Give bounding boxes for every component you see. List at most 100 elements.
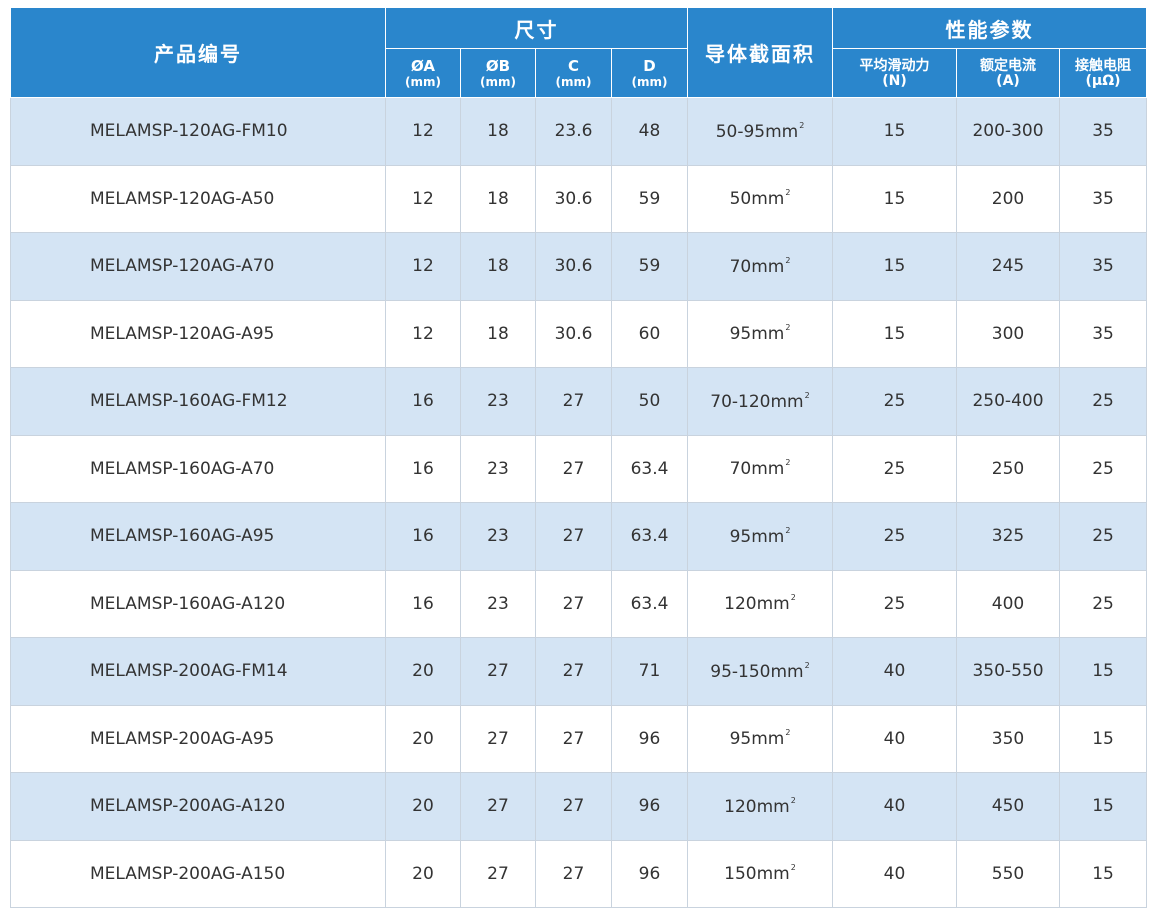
cell-contact-resistance-text: 15 xyxy=(1092,863,1114,884)
cell-dim-a: 16 xyxy=(385,434,461,503)
header-dim-b: ØB (mm) xyxy=(460,48,536,98)
cell-dim-a-text: 20 xyxy=(412,728,434,749)
table-row: MELAMSP-120AG-A70 12 18 30.6 59 70mm2 15 245 35 xyxy=(10,232,1148,301)
cell-dim-c-text: 27 xyxy=(562,796,585,817)
table-row: MELAMSP-200AG-A95 20 27 27 96 95mm2 40 350 15 xyxy=(10,704,1148,773)
cell-dim-c: 30.6 xyxy=(535,164,612,233)
cell-dim-b: 27 xyxy=(460,637,536,706)
cell-cross-section-text: 95mm xyxy=(729,324,785,345)
cell-cross-section: 70mm2 xyxy=(687,232,833,301)
cell-dim-d: 96 xyxy=(611,839,688,908)
cell-model: MELAMSP-160AG-A70 xyxy=(10,434,386,503)
cell-dim-c-text: 27 xyxy=(562,661,585,682)
table-row: MELAMSP-160AG-A95 16 23 27 63.4 95mm2 25 325 25 xyxy=(10,502,1148,571)
header-dim-a-unit: (mm) xyxy=(405,74,441,89)
header-dimensions: 尺寸 xyxy=(385,7,688,49)
cell-dim-c: 30.6 xyxy=(535,299,612,368)
cell-dim-a: 12 xyxy=(385,164,461,233)
cell-avg-force-text: 15 xyxy=(883,121,906,142)
cell-dim-a: 20 xyxy=(385,839,461,908)
cell-contact-resistance: 15 xyxy=(1058,839,1148,908)
cell-avg-force: 15 xyxy=(832,299,957,368)
cell-dim-d-text: 96 xyxy=(638,796,661,817)
cell-avg-force-text: 40 xyxy=(883,796,906,817)
cell-dim-b: 23 xyxy=(460,434,536,503)
unit-superscript: 2 xyxy=(790,863,796,873)
cell-avg-force-text: 25 xyxy=(883,391,906,412)
cell-dim-c: 27 xyxy=(535,637,612,706)
cell-dim-d: 96 xyxy=(611,704,688,773)
cell-cross-section: 50mm2 xyxy=(687,164,833,233)
cell-contact-resistance: 25 xyxy=(1058,569,1148,638)
cell-dim-c-text: 23.6 xyxy=(554,121,593,142)
cell-rated-current: 200-300 xyxy=(956,97,1060,166)
cell-dim-b-text: 23 xyxy=(487,526,509,547)
cell-model-text: MELAMSP-160AG-A95 xyxy=(90,526,275,547)
unit-superscript: 2 xyxy=(785,323,791,333)
header-product-no: 产品编号 xyxy=(10,7,386,98)
cell-dim-d-text: 63.4 xyxy=(630,526,669,547)
cell-contact-resistance: 25 xyxy=(1058,367,1148,436)
cell-contact-resistance: 15 xyxy=(1058,637,1148,706)
cell-avg-force: 25 xyxy=(832,367,957,436)
cell-dim-c: 27 xyxy=(535,367,612,436)
cell-dim-b-text: 27 xyxy=(487,728,509,749)
cell-model-text: MELAMSP-120AG-A95 xyxy=(90,323,275,344)
cell-dim-d: 71 xyxy=(611,637,688,706)
cell-model-text: MELAMSP-120AG-FM10 xyxy=(90,121,288,142)
header-avg-force-unit: (N) xyxy=(882,72,907,89)
cell-contact-resistance-text: 35 xyxy=(1092,188,1114,209)
cell-model: MELAMSP-160AG-A95 xyxy=(10,502,386,571)
cell-cross-section: 95mm2 xyxy=(687,704,833,773)
cell-dim-c: 23.6 xyxy=(535,97,612,166)
cell-avg-force-text: 15 xyxy=(883,188,906,209)
cell-dim-d-text: 60 xyxy=(638,323,661,344)
cell-contact-resistance: 15 xyxy=(1058,704,1148,773)
cell-dim-b: 27 xyxy=(460,839,536,908)
cell-cross-section: 120mm2 xyxy=(687,569,833,638)
cell-cross-section-text: 70mm xyxy=(729,256,785,277)
cell-model: MELAMSP-200AG-A150 xyxy=(10,839,386,908)
cell-cross-section-text: 120mm xyxy=(724,594,790,615)
header-dim-c-label: C xyxy=(567,56,579,75)
cell-rated-current-text: 400 xyxy=(991,593,1025,614)
cell-dim-b-text: 23 xyxy=(487,458,509,479)
cell-avg-force: 40 xyxy=(832,704,957,773)
cell-model: MELAMSP-160AG-A120 xyxy=(10,569,386,638)
cell-avg-force-text: 25 xyxy=(883,458,906,479)
cell-rated-current-text: 250 xyxy=(991,458,1025,479)
cell-dim-d-text: 59 xyxy=(638,256,661,277)
cell-model-text: MELAMSP-200AG-A120 xyxy=(90,796,286,817)
cell-dim-b: 18 xyxy=(460,299,536,368)
header-dim-a: ØA (mm) xyxy=(385,48,461,98)
cell-rated-current: 350-550 xyxy=(956,637,1060,706)
cell-avg-force-text: 15 xyxy=(883,256,906,277)
header-dim-b-unit: (mm) xyxy=(480,74,516,89)
cell-rated-current-text: 300 xyxy=(991,323,1025,344)
cell-dim-a-text: 12 xyxy=(412,188,434,209)
cell-contact-resistance-text: 15 xyxy=(1092,661,1114,682)
cell-dim-a-text: 16 xyxy=(412,391,434,412)
cell-contact-resistance-text: 35 xyxy=(1092,256,1114,277)
cell-rated-current: 300 xyxy=(956,299,1060,368)
cell-avg-force-text: 25 xyxy=(883,526,906,547)
table-row: MELAMSP-120AG-A95 12 18 30.6 60 95mm2 15 300 35 xyxy=(10,299,1148,368)
cell-dim-b: 27 xyxy=(460,772,536,841)
cell-dim-a-text: 16 xyxy=(412,458,434,479)
cell-dim-b-text: 27 xyxy=(487,796,509,817)
cell-dim-c-text: 30.6 xyxy=(554,256,593,277)
cell-dim-c-text: 27 xyxy=(562,863,585,884)
header-contact-resistance: 接触电阻 (μΩ) xyxy=(1058,48,1148,98)
cell-model-text: MELAMSP-160AG-A70 xyxy=(90,458,275,479)
cell-dim-c-text: 27 xyxy=(562,593,585,614)
cell-avg-force-text: 40 xyxy=(883,728,906,749)
cell-dim-d: 50 xyxy=(611,367,688,436)
cell-cross-section-text: 70mm xyxy=(729,459,785,480)
cell-cross-section-text: 120mm xyxy=(724,796,790,817)
cell-rated-current: 550 xyxy=(956,839,1060,908)
header-dim-c-unit: (mm) xyxy=(555,74,592,89)
cell-model-text: MELAMSP-160AG-FM12 xyxy=(90,391,288,412)
cell-dim-d-text: 96 xyxy=(638,728,661,749)
header-dim-c: C (mm) xyxy=(535,48,612,98)
cell-dim-a: 16 xyxy=(385,502,461,571)
